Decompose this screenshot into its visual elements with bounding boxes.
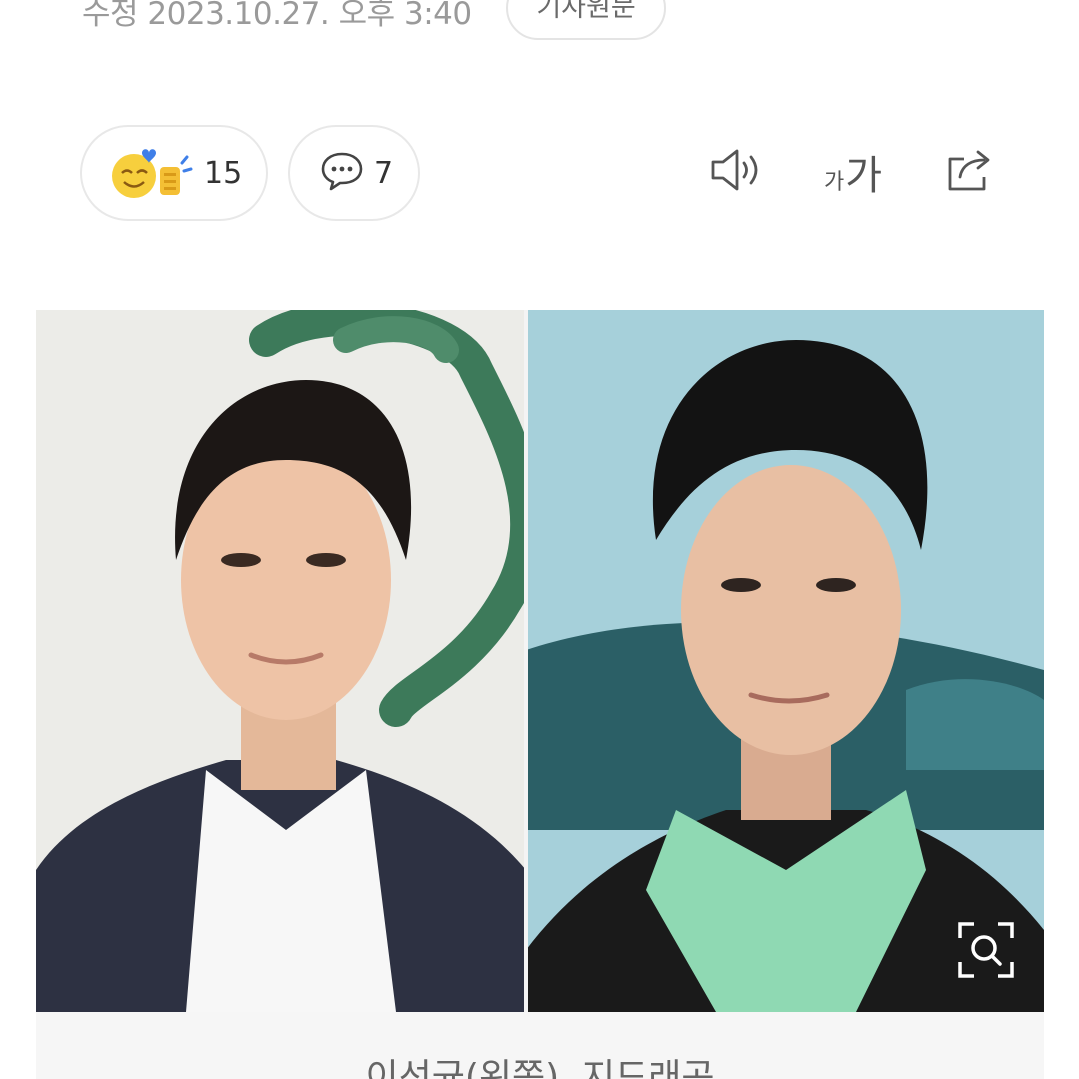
share-icon [944,147,996,197]
share-button[interactable] [940,140,1000,204]
font-big-label: 가 [845,153,883,199]
photo-right-portrait [526,310,1044,1012]
article-modified-date: 수정 2023.10.27. 오후 3:40 [82,0,472,32]
photo-caption: 이선균(왼쪽), 지드래곤 [365,1057,715,1079]
font-size-icon: 가가 [824,143,882,201]
reaction-emoji-icon [108,143,194,203]
comment-count: 7 [374,155,394,191]
font-size-button[interactable]: 가가 [818,140,888,204]
article-meta-row: 수정 2023.10.27. 오후 3:40 기사원문 [0,0,1079,42]
font-small-label: 가 [823,170,845,195]
photo-left-portrait [36,310,526,1012]
comment-button[interactable]: 7 [288,125,420,221]
reaction-button[interactable]: 15 [80,125,268,221]
photo-caption-box: 이선균(왼쪽), 지드래곤 [36,1012,1044,1079]
speaker-icon [709,147,767,197]
original-article-button[interactable]: 기사원문 [506,0,666,40]
photo-divider [524,310,528,1012]
comment-bubble-icon [320,150,364,196]
article-photo[interactable] [36,310,1044,1012]
zoom-search-icon [956,920,1016,984]
text-to-speech-button[interactable] [704,140,772,204]
reaction-count: 15 [204,155,243,191]
photo-zoom-button[interactable] [948,914,1024,990]
